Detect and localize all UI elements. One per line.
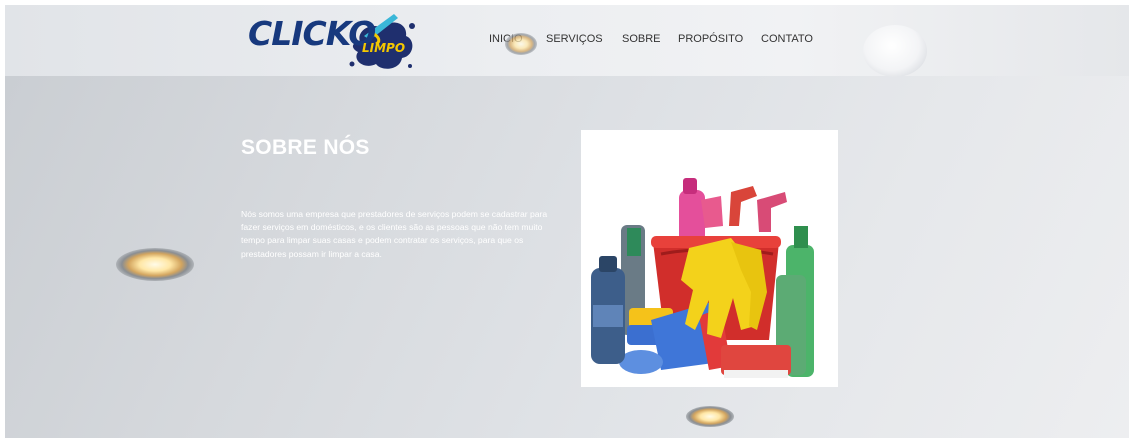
nav-link-servicos[interactable]: SERVIÇOS: [546, 33, 603, 45]
site-logo[interactable]: CLICKO LIMPO: [248, 8, 418, 74]
cleaning-supplies-image: [581, 130, 838, 387]
logo-text: CLICKO: [248, 14, 376, 53]
about-title: SOBRE NÓS: [241, 136, 370, 159]
nav-link-contato[interactable]: CONTATO: [761, 33, 813, 45]
cleaning-supplies-illustration: [581, 130, 838, 387]
nav-link-sobre[interactable]: SOBRE: [622, 33, 661, 45]
logo-subtext: LIMPO: [362, 41, 406, 55]
about-text: Nós somos uma empresa que prestadores de…: [241, 209, 548, 259]
smoke-detector: [863, 25, 927, 77]
page: CLICKO LIMPO INICIO SERVIÇOS SOBRE PROPÓ…: [5, 5, 1129, 438]
ceiling-light-header: [505, 33, 537, 55]
ceiling-light-bottom: [686, 406, 734, 427]
nav-link-proposito[interactable]: PROPÓSITO: [678, 33, 743, 45]
ceiling-light-left: [116, 248, 194, 281]
site-header: CLICKO LIMPO INICIO SERVIÇOS SOBRE PROPÓ…: [5, 5, 1129, 77]
